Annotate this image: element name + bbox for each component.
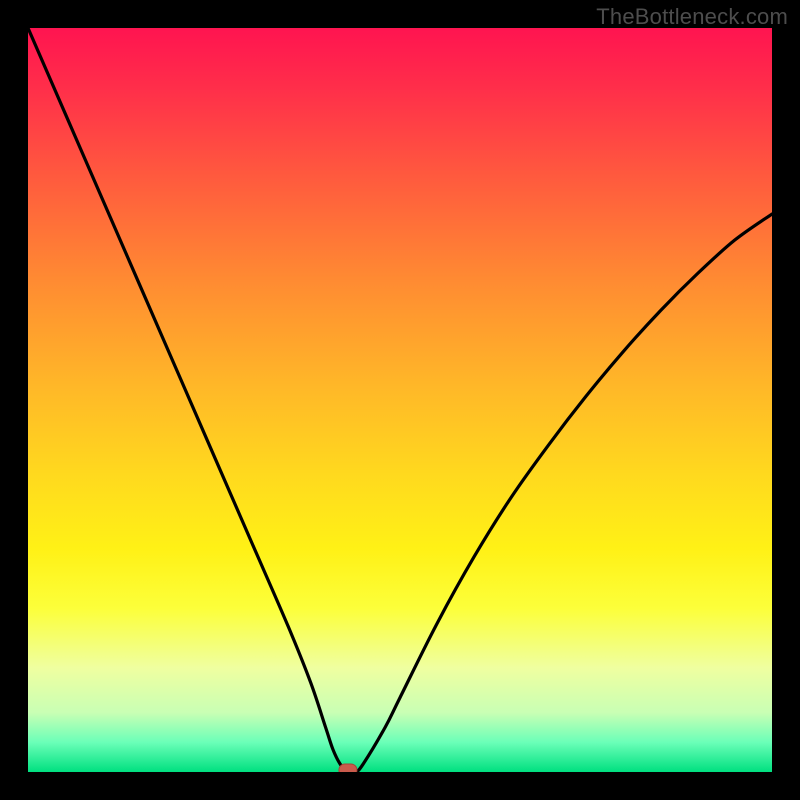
watermark-text: TheBottleneck.com <box>596 4 788 30</box>
optimal-marker <box>339 764 357 772</box>
chart-frame: TheBottleneck.com <box>0 0 800 800</box>
curve-svg <box>28 28 772 772</box>
bottleneck-curve <box>28 28 772 772</box>
plot-area <box>28 28 772 772</box>
